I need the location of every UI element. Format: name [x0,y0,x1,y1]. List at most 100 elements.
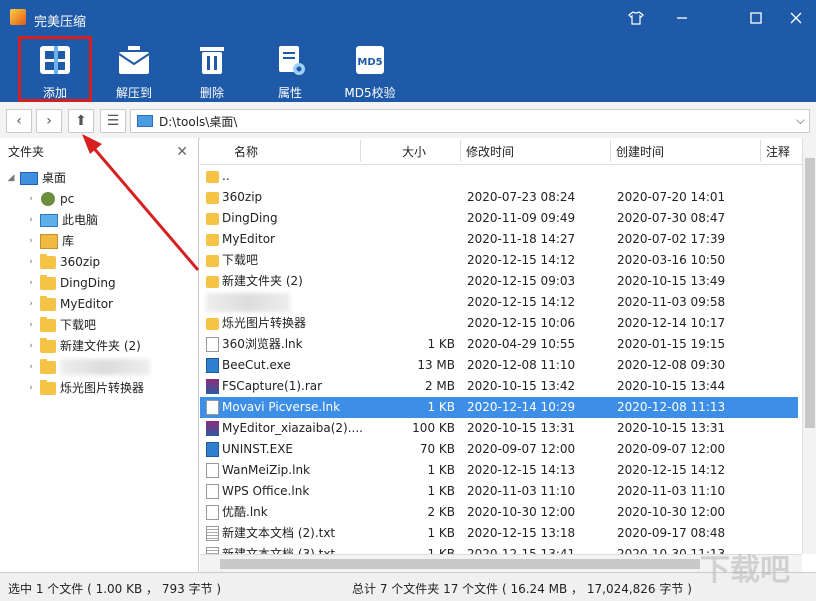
table-row[interactable]: 360zip 2020-07-23 08:24 2020-07-20 14:01 [200,187,798,208]
tree-item-dingding[interactable]: › DingDing [26,273,116,293]
folder-icon [40,337,56,353]
title-bar: 完美压缩 [0,0,816,36]
column-modified[interactable]: 修改时间 [466,143,514,160]
folder-icon [40,253,56,269]
file-modified: 2020-12-15 14:12 [467,295,576,309]
up-button[interactable]: ⬆ [68,109,94,133]
file-name: UNINST.EXE [222,442,293,456]
column-name[interactable]: 名称 [234,143,258,160]
tree-item-this-pc[interactable]: › 此电脑 [26,210,98,230]
md5-icon: MD5 [356,46,384,74]
column-divider[interactable] [610,140,611,162]
table-row[interactable]: 烁光图片转换器 2020-12-15 10:06 2020-12-14 10:17 [200,313,798,334]
table-row[interactable]: MyEditor 2020-11-18 14:27 2020-07-02 17:39 [200,229,798,250]
table-row[interactable]: WanMeiZip.lnk 1 KB 2020-12-15 14:13 2020-12… [200,460,798,481]
folder-icon [206,255,219,267]
path-input[interactable]: D:\tools\桌面\ ⌵ [130,109,810,133]
table-row[interactable]: .. [200,166,798,187]
file-created: 2020-10-15 13:49 [617,274,726,288]
column-divider[interactable] [760,140,761,162]
table-row[interactable]: Movavi Picverse.lnk 1 KB 2020-12-14 10:29 2… [200,397,798,418]
tree-item-new-folder-2[interactable]: › 新建文件夹 (2) [26,336,141,356]
table-row[interactable]: 下载吧 2020-12-15 14:12 2020-03-16 10:50 [200,250,798,271]
extract-icon [118,46,150,74]
expand-arrow-icon[interactable]: › [26,231,36,251]
table-row[interactable]: WPS Office.lnk 1 KB 2020-11-03 11:10 2020-1… [200,481,798,502]
chevron-down-icon[interactable]: ⌵ [796,113,805,128]
file-modified: 2020-12-08 11:10 [467,358,576,372]
md5-button[interactable]: MD5 MD5校验 [338,36,402,102]
expand-arrow-icon[interactable]: › [26,336,36,356]
file-name: 新建文本文档 (3).txt [222,547,336,554]
expand-arrow-icon[interactable]: › [26,315,36,335]
table-row[interactable]: MyEditor_xiazaiba(2).... 100 KB 2020-10-15… [200,418,798,439]
status-total: 总计 7 个文件夹 17 个文件 ( 16.24 MB ， 17,024,826… [352,582,692,596]
back-button[interactable]: ‹ [6,109,32,133]
forward-button[interactable]: › [36,109,62,133]
file-created: 2020-12-14 10:17 [617,316,726,330]
expand-arrow-icon[interactable]: › [26,378,36,398]
column-created[interactable]: 创建时间 [616,143,664,160]
table-row[interactable]: BeeCut.exe 13 MB 2020-12-08 11:10 2020-12-0… [200,355,798,376]
table-row[interactable]: DingDing 2020-11-09 09:49 2020-07-30 08:47 [200,208,798,229]
expand-arrow-icon[interactable]: › [26,357,36,377]
folder-icon [206,234,219,246]
archive-icon [206,421,219,436]
table-row[interactable]: 新建文本文档 (2).txt 1 KB 2020-12-15 13:18 2020-0… [200,523,798,544]
file-name: MyEditor_xiazaiba(2).... [222,421,363,435]
shirt-icon[interactable] [622,6,650,30]
maximize-icon[interactable] [742,6,770,30]
tree-item-label: 库 [62,234,75,248]
folder-icon [206,276,219,288]
tree-item-360zip[interactable]: › 360zip [26,252,100,272]
file-created: 2020-12-15 14:12 [617,463,726,477]
folder-icon [206,171,219,183]
table-row[interactable]: 2020-12-15 14:12 2020-11-03 09:58 [200,292,798,313]
tree-item-xiazaiba[interactable]: › 下载吧 [26,315,96,335]
collapse-arrow-icon[interactable]: ◢ [6,168,16,188]
extract-button[interactable]: 解压到 [102,36,166,102]
scroll-thumb[interactable] [805,158,815,428]
file-modified: 2020-12-15 14:12 [467,253,576,267]
table-row[interactable]: 新建文件夹 (2) 2020-12-15 09:03 2020-10-15 13:4… [200,271,798,292]
close-panel-icon[interactable]: ✕ [176,138,188,166]
tree-item-desktop[interactable]: ◢ 桌面 [6,168,66,188]
file-name: 下载吧 [222,253,259,267]
tree-item-label: 下载吧 [60,318,97,332]
folder-icon [206,192,219,204]
tree-item-pc[interactable]: › pc [26,189,74,209]
properties-button[interactable]: 属性 [258,36,322,102]
scroll-thumb[interactable] [220,559,700,569]
expand-arrow-icon[interactable]: › [26,252,36,272]
file-created: 2020-11-03 09:58 [617,295,726,309]
table-row[interactable]: UNINST.EXE 70 KB 2020-09-07 12:00 2020-09-0… [200,439,798,460]
close-icon[interactable] [782,6,810,30]
file-modified: 2020-11-03 11:10 [467,484,576,498]
tree-item-myeditor[interactable]: › MyEditor [26,294,113,314]
tree-item-library[interactable]: › 库 [26,231,74,251]
table-row[interactable]: FSCapture(1).rar 2 MB 2020-10-15 13:42 2020… [200,376,798,397]
text-file-icon [206,526,219,541]
delete-button[interactable]: 删除 [180,36,244,102]
expand-arrow-icon[interactable]: › [26,273,36,293]
vertical-scrollbar[interactable] [802,138,816,554]
md5-badge-text: MD5 [357,57,382,68]
computer-icon [40,213,58,227]
arrow-up-icon: ⬆ [75,113,87,129]
expand-arrow-icon[interactable]: › [26,294,36,314]
column-comment[interactable]: 注释 [766,143,790,160]
tree-item-label: 烁光图片转换器 [60,381,145,395]
file-created: 2020-01-15 19:15 [617,337,726,351]
expand-arrow-icon[interactable]: › [26,210,36,230]
table-row[interactable]: 360浏览器.lnk 1 KB 2020-04-29 10:55 2020-01-15… [200,334,798,355]
minimize-icon[interactable] [668,6,696,30]
column-divider[interactable] [360,140,361,162]
add-button[interactable]: 添加 [18,36,92,102]
view-mode-button[interactable]: ☰ [100,109,126,133]
tree-item-blurred[interactable]: › [26,357,150,377]
column-size[interactable]: 大小 [402,143,426,160]
expand-arrow-icon[interactable]: › [26,189,36,209]
column-divider[interactable] [460,140,461,162]
tree-item-shuoguang[interactable]: › 烁光图片转换器 [26,378,144,398]
table-row[interactable]: 优酷.lnk 2 KB 2020-10-30 12:00 2020-10-30 12:… [200,502,798,523]
